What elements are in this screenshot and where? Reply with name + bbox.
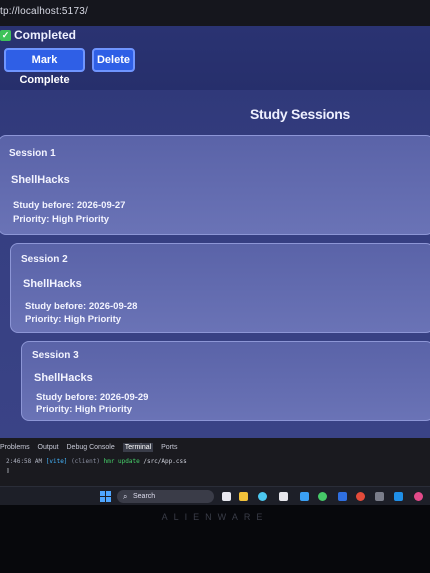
tab-output[interactable]: Output <box>38 444 59 451</box>
tab-problems[interactable]: Problems <box>0 444 30 451</box>
search-icon: ⌕ <box>123 492 128 501</box>
session-label: Session 1 <box>9 148 56 159</box>
task-status: ✓ Completed <box>0 28 76 42</box>
store-icon[interactable] <box>279 492 288 501</box>
address-bar[interactable]: tp://localhost:5173/ <box>0 0 430 26</box>
app-view: ✓ Completed Mark Complete Delete Study Se… <box>0 26 430 440</box>
app-icon[interactable] <box>338 492 347 501</box>
tab-terminal[interactable]: Terminal <box>122 443 154 452</box>
session-name: ShellHacks <box>11 174 70 186</box>
session-name: ShellHacks <box>23 278 82 290</box>
terminal-cursor: ▯ <box>6 467 10 474</box>
monitor-screen: tp://localhost:5173/ ✓ Completed Mark Com… <box>0 0 430 505</box>
terminal-output[interactable]: 2:46:58 AM [vite] (client) hmr update /s… <box>6 458 187 474</box>
file-explorer-icon[interactable] <box>239 492 248 501</box>
delete-button[interactable]: Delete <box>92 48 135 72</box>
vscode-icon[interactable] <box>394 492 403 501</box>
session-date: Study before: 2026-09-28 <box>25 301 138 312</box>
vscode-panel: Problems Output Debug Console Terminal P… <box>0 438 430 486</box>
session-date: Study before: 2026-09-27 <box>13 200 126 211</box>
terminal-vite: [vite] <box>45 458 68 465</box>
taskbar: ⌕ Search <box>0 486 430 505</box>
app-icon[interactable] <box>375 492 384 501</box>
sessions-title: Study Sessions <box>249 106 351 122</box>
app-icon[interactable] <box>300 492 309 501</box>
mark-complete-button[interactable]: Mark Complete <box>4 48 85 86</box>
task-view-icon[interactable] <box>222 492 231 501</box>
terminal-file: /src/App.css <box>143 458 187 465</box>
brave-icon[interactable] <box>356 492 365 501</box>
tab-debug-console[interactable]: Debug Console <box>67 444 115 451</box>
terminal-hmr: hmr update <box>103 458 140 465</box>
check-icon: ✓ <box>0 30 11 42</box>
edge-icon[interactable] <box>258 492 267 501</box>
windows-start-icon[interactable] <box>100 491 111 502</box>
address-text: tp://localhost:5173/ <box>0 6 88 17</box>
terminal-client: (client) <box>71 458 100 465</box>
app-icon[interactable] <box>414 492 423 501</box>
session-label: Session 2 <box>21 254 68 265</box>
session-date: Study before: 2026-09-29 <box>36 392 149 403</box>
chat-icon[interactable] <box>318 492 327 501</box>
taskbar-search[interactable]: ⌕ Search <box>117 490 214 503</box>
session-name: ShellHacks <box>34 372 93 384</box>
session-priority: Priority: High Priority <box>13 214 110 225</box>
session-priority: Priority: High Priority <box>36 404 133 415</box>
tab-ports[interactable]: Ports <box>161 444 177 451</box>
terminal-time: 2:46:58 AM <box>6 458 43 465</box>
status-label: Completed <box>14 28 77 42</box>
session-card: Session 2 ShellHacks Study before: 2026-… <box>10 243 430 333</box>
session-card: Session 1 ShellHacks Study before: 2026-… <box>0 135 430 235</box>
session-card: Session 3 ShellHacks Study before: 2026-… <box>21 341 430 421</box>
session-priority: Priority: High Priority <box>25 314 122 325</box>
panel-tabs: Problems Output Debug Console Terminal P… <box>0 443 183 452</box>
search-label: Search <box>133 493 156 500</box>
session-label: Session 3 <box>32 350 79 361</box>
brand-logo: ALIENWARE <box>161 512 269 522</box>
